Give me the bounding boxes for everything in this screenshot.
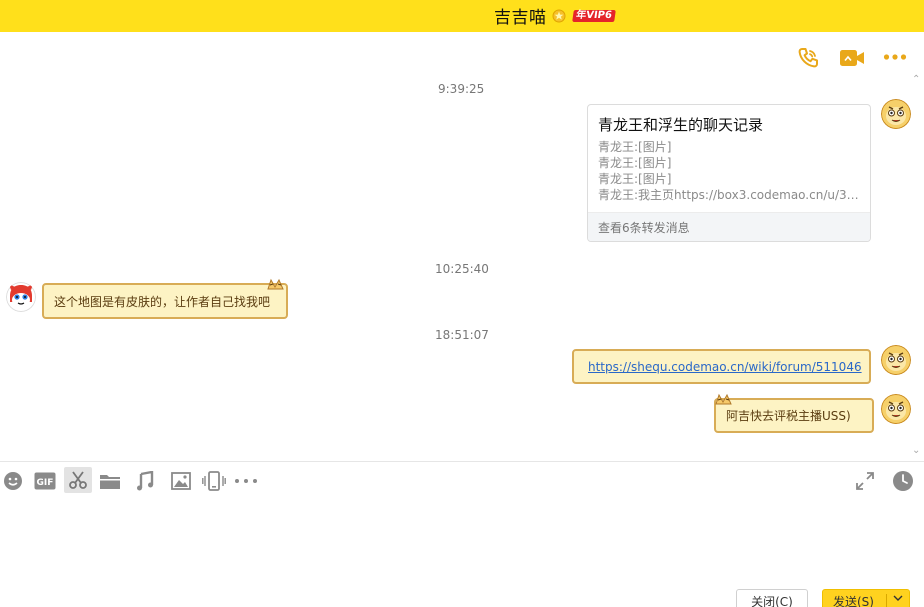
chevron-down-icon[interactable] xyxy=(893,593,903,603)
contact-avatar[interactable] xyxy=(6,282,36,312)
sent-link-bubble[interactable]: https://shequ.codemao.cn/wiki/forum/5110… xyxy=(572,349,871,384)
forwarded-line: 青龙王:[图片] xyxy=(598,172,672,186)
scissors-icon[interactable] xyxy=(64,467,92,493)
phone-icon[interactable] xyxy=(797,47,819,69)
title-group: 吉吉喵 年VIP6 xyxy=(494,3,616,28)
folder-icon[interactable] xyxy=(98,469,122,493)
history-clock-icon[interactable] xyxy=(891,469,915,493)
self-avatar[interactable] xyxy=(881,394,911,424)
close-button[interactable]: 关闭(C) xyxy=(736,589,808,607)
tiger-ears-decoration-icon xyxy=(267,278,284,290)
send-button-divider xyxy=(886,594,887,607)
send-button-label: 发送(S) xyxy=(833,594,874,607)
send-button[interactable]: 发送(S) xyxy=(822,589,910,607)
music-note-icon[interactable] xyxy=(133,469,157,493)
more-dots-icon[interactable] xyxy=(883,53,907,61)
forwarded-card-preview: 青龙王:[图片] 青龙王:[图片] 青龙王:[图片] 青龙王:我主页https:… xyxy=(598,139,864,203)
sent-message-bubble[interactable]: 阿吉快去评税主播USS) xyxy=(714,398,874,433)
self-avatar[interactable] xyxy=(881,345,911,375)
more-dots-icon[interactable] xyxy=(234,469,258,493)
star-icon xyxy=(552,9,565,22)
received-message-bubble[interactable]: 这个地图是有皮肤的，让作者自己找我吧 xyxy=(42,283,288,319)
gif-icon[interactable]: GIF xyxy=(33,469,57,493)
forwarded-chat-card[interactable]: 青龙王和浮生的聊天记录 青龙王:[图片] 青龙王:[图片] 青龙王:[图片] 青… xyxy=(587,104,871,242)
scroll-down-arrow[interactable]: ⌄ xyxy=(912,445,920,456)
expand-icon[interactable] xyxy=(853,469,877,493)
message-timestamp: 9:39:25 xyxy=(438,82,485,96)
screen-shake-icon[interactable] xyxy=(202,469,226,493)
view-forwarded-messages-link[interactable]: 查看6条转发消息 xyxy=(588,212,870,241)
image-icon[interactable] xyxy=(169,469,193,493)
gif-label: GIF xyxy=(37,478,54,488)
vip-badge: 年VIP6 xyxy=(571,9,616,22)
tiger-ears-decoration-icon xyxy=(715,393,732,405)
message-text: 这个地图是有皮肤的，让作者自己找我吧 xyxy=(54,294,271,309)
message-timestamp: 18:51:07 xyxy=(435,328,489,342)
forum-link[interactable]: https://shequ.codemao.cn/wiki/forum/5110… xyxy=(588,360,862,374)
self-avatar[interactable] xyxy=(881,99,911,129)
forwarded-line: 青龙王:[图片] xyxy=(598,156,672,170)
message-text: 阿吉快去评税主播USS) xyxy=(726,409,851,423)
forwarded-line: 青龙王:[图片] xyxy=(598,140,672,154)
scroll-up-arrow[interactable]: ⌃ xyxy=(912,74,920,85)
input-divider xyxy=(0,461,924,462)
forwarded-line: 青龙王:我主页https://box3.codemao.cn/u/3a... xyxy=(598,188,864,202)
message-timestamp: 10:25:40 xyxy=(435,262,489,276)
close-button-label: 关闭(C) xyxy=(751,594,793,607)
chat-title: 吉吉喵 xyxy=(494,8,547,28)
video-camera-icon[interactable] xyxy=(839,48,865,68)
title-bar: 吉吉喵 年VIP6 xyxy=(0,0,924,32)
emoji-icon[interactable] xyxy=(1,469,25,493)
forwarded-card-title: 青龙王和浮生的聊天记录 xyxy=(598,116,764,134)
